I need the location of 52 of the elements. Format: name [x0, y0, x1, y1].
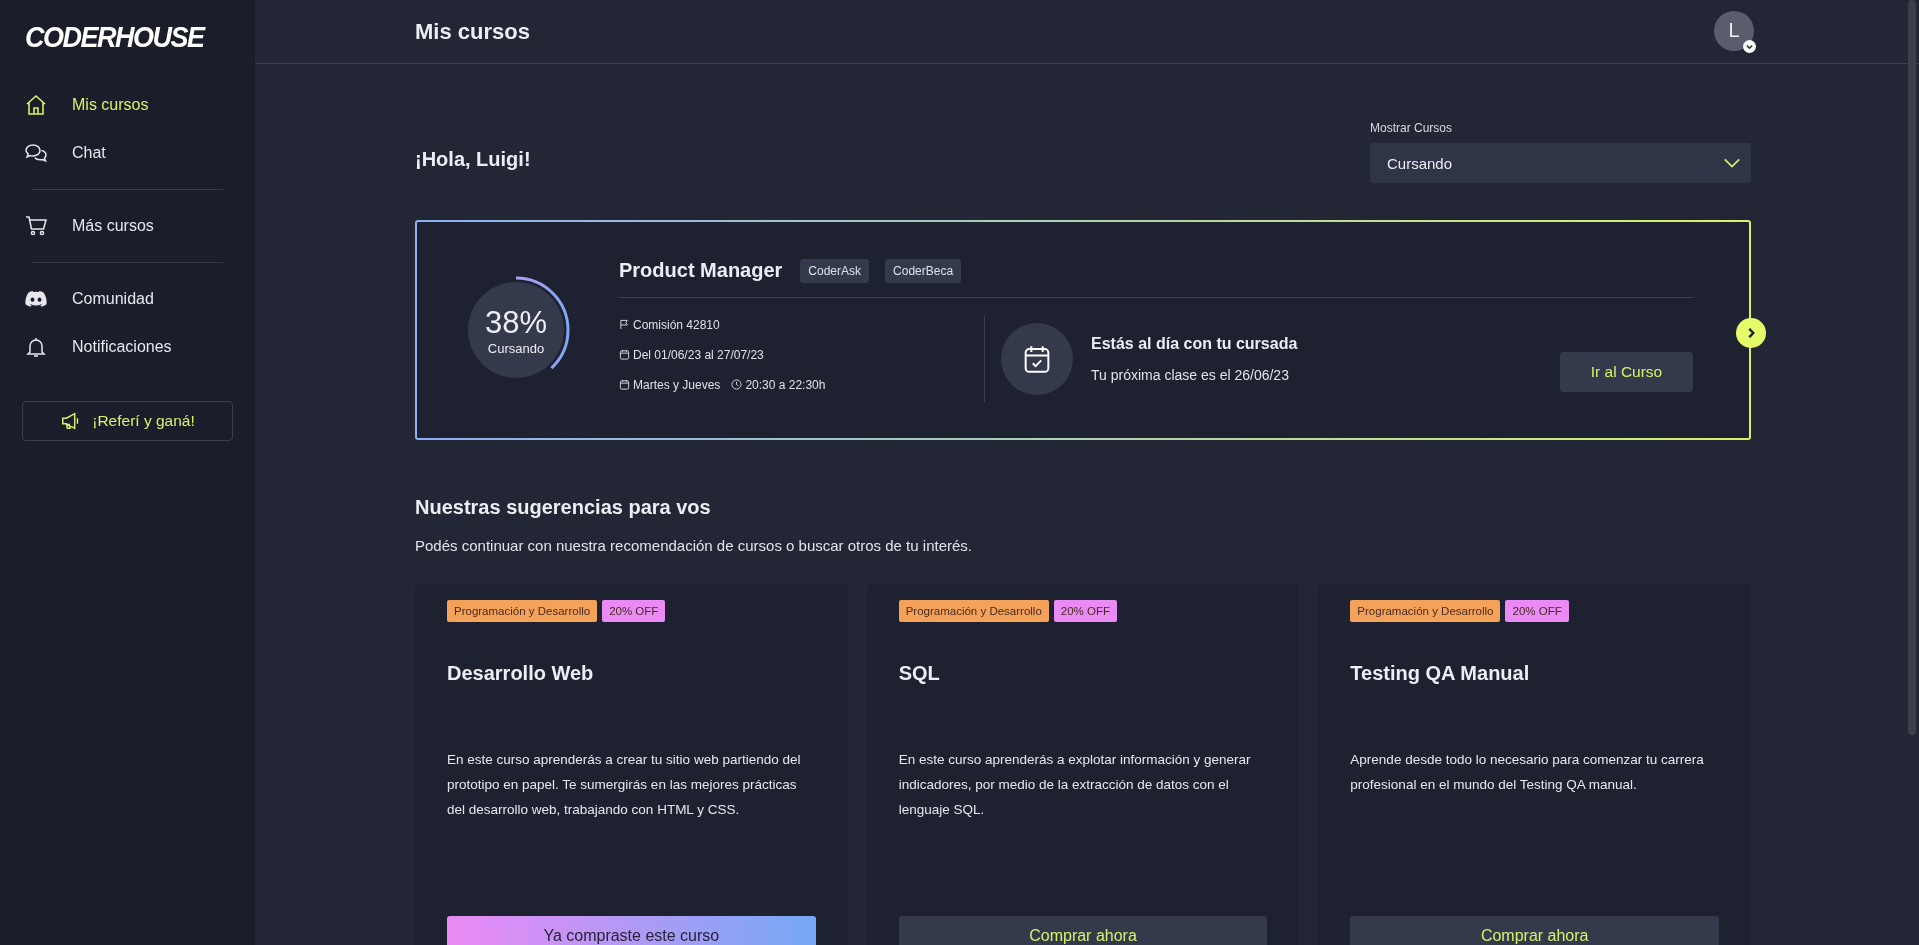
sidebar-item[interactable]: Notificaciones — [22, 323, 233, 371]
tag: Programación y Desarrollo — [1350, 600, 1501, 622]
tag: 20% OFF — [602, 600, 666, 622]
card-title: Desarrollo Web — [447, 662, 595, 685]
chevron-down-icon — [1723, 157, 1741, 169]
refer-button[interactable]: ¡Referí y ganá! — [22, 401, 233, 441]
card-description: Aprende desde todo lo necesario para comenzar tu carrera profesional en el mundo del Testing QA manual. — [1350, 751, 1705, 794]
tag: Programación y Desarrollo — [447, 600, 598, 622]
filter-label: Mostrar Cursos — [1370, 121, 1453, 135]
bell-icon — [24, 335, 48, 359]
buy-button[interactable]: Comprar ahora — [898, 916, 1268, 945]
next-class-text: Tu próxima clase es el 26/06/23 — [1091, 366, 1290, 383]
course-tag: CoderAsk — [800, 258, 870, 283]
sidebar-item[interactable]: Comunidad — [22, 275, 233, 323]
progress-status: Cursando — [487, 340, 545, 356]
home-icon — [24, 93, 48, 117]
commission: Comisión 42810 — [633, 317, 720, 332]
flag-icon — [619, 319, 630, 330]
course-tag: CoderBeca — [885, 258, 962, 283]
course-title: Product Manager — [619, 259, 783, 282]
next-arrow-button[interactable] — [1736, 318, 1766, 348]
course-dates: Del 01/06/23 al 27/07/23 — [633, 347, 764, 362]
course-filter-dropdown[interactable]: Cursando — [1370, 143, 1751, 183]
clock-icon — [731, 379, 743, 390]
page-title: Mis cursos — [415, 18, 530, 45]
scrollbar[interactable] — [1908, 0, 1916, 735]
sidebar-item[interactable]: Más cursos — [22, 202, 233, 250]
buy-button[interactable]: Comprar ahora — [1350, 916, 1719, 945]
card-description: En este curso aprenderás a explotar información y generar indicadores, por medio de la extracción de datos con el lenguaje SQL. — [898, 751, 1252, 819]
notice-title: Estás al día con tu cursada — [1091, 334, 1299, 353]
sidebar-item[interactable]: Chat — [22, 129, 233, 177]
purchased-button[interactable]: Ya compraste este curso — [447, 916, 816, 945]
tag: Programación y Desarrollo — [898, 600, 1049, 622]
section-subtitle: Podés continuar con nuestra recomendación de cursos o buscar otros de tu interés. — [415, 537, 973, 554]
cart-icon — [24, 214, 48, 238]
calendar-icon — [619, 349, 630, 360]
progress-percent: 38% — [484, 304, 547, 341]
greeting: ¡Hola, Luigi! — [415, 148, 531, 171]
card-title: Testing QA Manual — [1350, 662, 1531, 685]
course-time: 20:30 a 22:30h — [745, 377, 826, 392]
section-title: Nuestras sugerencias para vos — [415, 496, 712, 519]
calendar-icon — [619, 379, 630, 390]
card-title: SQL — [898, 662, 941, 685]
course-days: Martes y Jueves — [633, 377, 721, 392]
tag: 20% OFF — [1505, 600, 1569, 622]
card-description: En este curso aprenderás a crear tu sitio web partiendo del prototipo en papel. Te sumergirás en las mejores prácticas del desarrollo web, trabajando con HTML y CSS. — [447, 751, 802, 819]
tag: 20% OFF — [1053, 600, 1118, 622]
chat-icon — [24, 141, 48, 165]
go-to-course-button[interactable]: Ir al Curso — [1560, 351, 1693, 392]
logo[interactable]: CODERHOUSE — [25, 20, 204, 55]
user-avatar[interactable]: L — [1714, 10, 1754, 51]
sidebar-item[interactable]: Mis cursos — [22, 81, 233, 129]
